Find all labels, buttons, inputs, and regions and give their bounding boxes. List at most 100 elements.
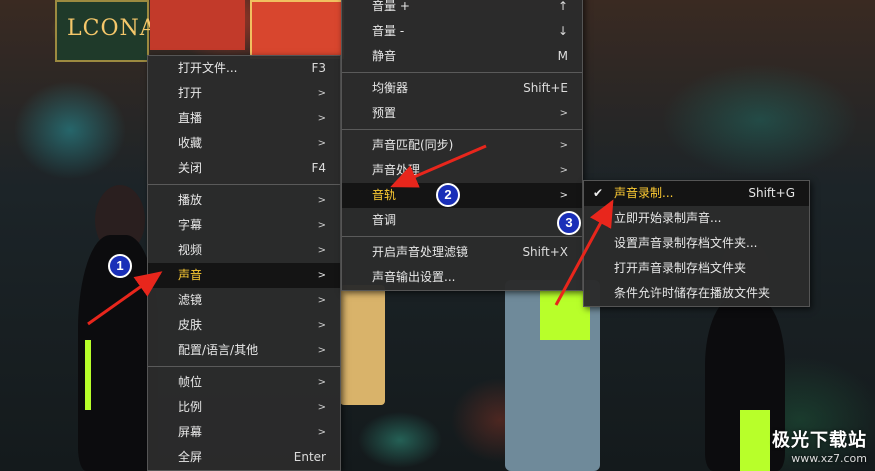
neon-sign-red	[150, 0, 245, 50]
neon-sign-orange	[250, 0, 344, 59]
sound-menu-item-0[interactable]: 音量 + ↑	[342, 0, 582, 19]
submenu-arrow-icon: >	[317, 138, 326, 149]
submenu-arrow-icon: >	[317, 295, 326, 306]
menu-item-label: 声音匹配(同步)	[372, 138, 454, 152]
menu-item-label: 视频	[178, 243, 203, 257]
sound-menu-item-5[interactable]: 声音匹配(同步) >	[342, 133, 582, 158]
menu-item-label: 立即开始录制声音...	[614, 211, 722, 225]
menu-item-item-1[interactable]: 打开 >	[148, 81, 340, 106]
context-menu-audio-track: ✔ 声音录制... Shift+G 立即开始录制声音... 设置声音录制存档文件夹...…	[583, 180, 810, 307]
submenu-arrow-icon: >	[317, 402, 326, 413]
menu-item-label: 音轨	[372, 188, 397, 202]
menu-item-item-13[interactable]: 比例 >	[148, 395, 340, 420]
shortcut-label: M	[557, 49, 568, 63]
neon-sign-text: LCONA	[67, 16, 157, 41]
submenu-arrow-icon: >	[317, 270, 326, 281]
menu-item-label: 条件允许时储存在播放文件夹	[614, 286, 771, 300]
menu-separator	[148, 366, 340, 367]
menu-item-item-6[interactable]: 字幕 >	[148, 213, 340, 238]
menu-item-label: 播放	[178, 193, 203, 207]
menu-item-label: 声音处理	[372, 163, 421, 177]
menu-item-label: 比例	[178, 400, 203, 414]
sound-menu-item-3[interactable]: 均衡器 Shift+E	[342, 76, 582, 101]
menu-item-label: 打开声音录制存档文件夹	[614, 261, 747, 275]
submenu-arrow-icon: >	[317, 320, 326, 331]
submenu-arrow-icon: >	[317, 113, 326, 124]
sound-menu-item-4[interactable]: 预置 >	[342, 101, 582, 126]
menu-item-item-7[interactable]: 视频 >	[148, 238, 340, 263]
sound-menu-item-10[interactable]: 声音输出设置...	[342, 265, 582, 290]
sound-menu-item-9[interactable]: 开启声音处理滤镜 Shift+X	[342, 240, 582, 265]
audio-track-menu-item-0[interactable]: ✔ 声音录制... Shift+G	[584, 181, 809, 206]
neon-boot	[740, 410, 770, 471]
menu-item-label: 直播	[178, 111, 203, 125]
menu-item-label: 字幕	[178, 218, 203, 232]
person-dress	[340, 285, 385, 405]
shortcut-label: ↓	[557, 24, 568, 38]
menu-item-label: 打开	[178, 86, 203, 100]
neon-sign-lcona: LCONA	[55, 0, 156, 62]
submenu-arrow-icon: >	[559, 108, 568, 119]
shortcut-label: Shift+X	[522, 245, 568, 259]
sound-menu-item-2[interactable]: 静音 M	[342, 44, 582, 69]
menu-separator	[342, 129, 582, 130]
menu-item-label: 声音输出设置...	[372, 270, 456, 284]
submenu-arrow-icon: >	[317, 345, 326, 356]
sound-menu-item-8[interactable]: 音调	[342, 208, 582, 233]
menu-item-label: 均衡器	[372, 81, 409, 95]
menu-item-label: 关闭	[178, 161, 203, 175]
step-badge-3: 3	[557, 211, 581, 235]
submenu-arrow-icon: >	[317, 220, 326, 231]
submenu-arrow-icon: >	[317, 245, 326, 256]
menu-item-label: 声音录制...	[614, 186, 674, 200]
menu-item-item-11[interactable]: 配置/语言/其他 >	[148, 338, 340, 363]
menu-item-label: 屏幕	[178, 425, 203, 439]
menu-item-label: 收藏	[178, 136, 203, 150]
sound-menu-item-7[interactable]: 音轨 >	[342, 183, 582, 208]
menu-item-label: 音量 -	[372, 24, 405, 38]
watermark-title: 极光下载站	[772, 430, 867, 451]
shortcut-label: Shift+E	[523, 81, 568, 95]
watermark: 极光下载站 www.xz7.com	[772, 426, 867, 465]
audio-track-menu-item-1[interactable]: 立即开始录制声音...	[584, 206, 809, 231]
sound-menu-item-6[interactable]: 声音处理 >	[342, 158, 582, 183]
submenu-arrow-icon: >	[317, 88, 326, 99]
menu-item-item-10[interactable]: 皮肤 >	[148, 313, 340, 338]
menu-item-label: 声音	[178, 268, 203, 282]
context-menu-sound: 音量 + ↑ 音量 - ↓ 静音 M 均衡器 Shift+E 预置 > 声音匹配(同步) > 声音处理 >…	[341, 0, 583, 291]
shortcut-label: F3	[311, 61, 326, 75]
shortcut-label: Enter	[293, 450, 326, 464]
menu-item-item-3[interactable]: 收藏 >	[148, 131, 340, 156]
menu-item-item-2[interactable]: 直播 >	[148, 106, 340, 131]
audio-track-menu-item-4[interactable]: 条件允许时储存在播放文件夹	[584, 281, 809, 306]
checkmark-icon: ✔	[593, 186, 604, 200]
menu-item-item-0[interactable]: 打开文件... F3	[148, 56, 340, 81]
menu-item-item-15[interactable]: 全屏 Enter	[148, 445, 340, 470]
submenu-arrow-icon: >	[559, 140, 568, 151]
audio-track-menu-item-2[interactable]: 设置声音录制存档文件夹...	[584, 231, 809, 256]
menu-item-item-9[interactable]: 滤镜 >	[148, 288, 340, 313]
menu-item-item-8[interactable]: 声音 >	[148, 263, 340, 288]
menu-item-label: 配置/语言/其他	[178, 343, 259, 357]
menu-item-label: 皮肤	[178, 318, 203, 332]
submenu-arrow-icon: >	[317, 427, 326, 438]
menu-item-item-14[interactable]: 屏幕 >	[148, 420, 340, 445]
submenu-arrow-icon: >	[317, 377, 326, 388]
shortcut-label: ↑	[557, 0, 568, 13]
shortcut-label: F4	[311, 161, 326, 175]
audio-track-menu-item-3[interactable]: 打开声音录制存档文件夹	[584, 256, 809, 281]
watermark-url: www.xz7.com	[791, 452, 867, 465]
menu-item-label: 音量 +	[372, 0, 410, 13]
menu-item-label: 滤镜	[178, 293, 203, 307]
menu-item-item-5[interactable]: 播放 >	[148, 188, 340, 213]
neon-stripe	[85, 340, 91, 410]
sound-menu-item-1[interactable]: 音量 - ↓	[342, 19, 582, 44]
menu-item-item-12[interactable]: 帧位 >	[148, 370, 340, 395]
menu-item-item-4[interactable]: 关闭 F4	[148, 156, 340, 181]
menu-item-label: 静音	[372, 49, 397, 63]
menu-item-label: 打开文件...	[178, 61, 238, 75]
menu-item-label: 音调	[372, 213, 397, 227]
shortcut-label: Shift+G	[748, 186, 795, 200]
menu-item-label: 帧位	[178, 375, 203, 389]
context-menu-main: 打开文件... F3 打开 > 直播 > 收藏 > 关闭 F4 播放 > 字幕 > 视频 > 声音 > 滤镜 > 皮肤 >…	[147, 55, 341, 471]
